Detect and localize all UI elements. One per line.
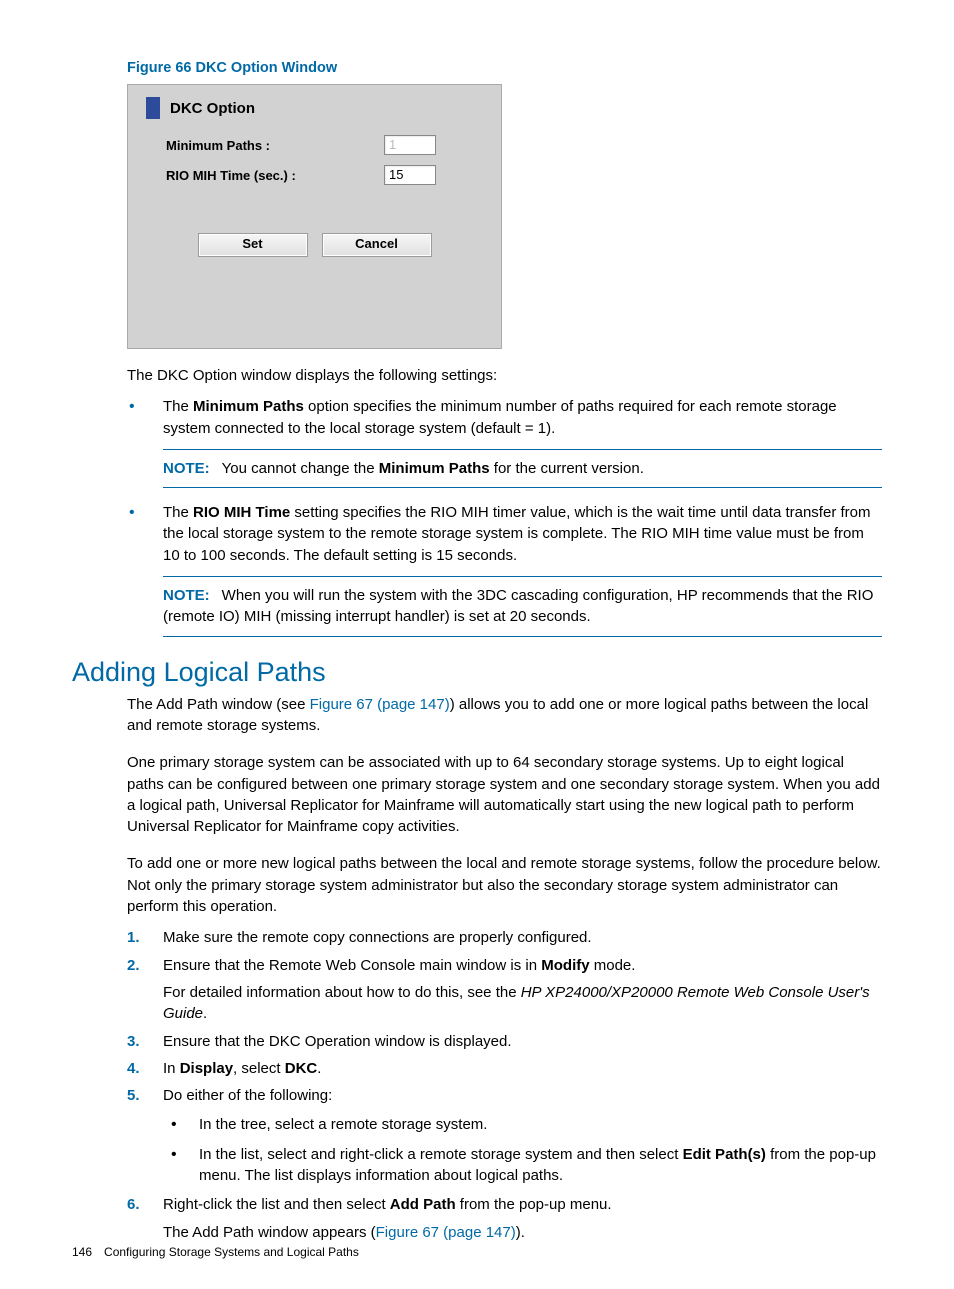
step-text: Ensure that the Remote Web Console main … [163, 957, 541, 974]
chapter-title: Configuring Storage Systems and Logical … [104, 1245, 359, 1259]
intro-text: The DKC Option window displays the follo… [127, 365, 882, 386]
step-3: 3. Ensure that the DKC Operation window i… [127, 1031, 882, 1052]
note-text: for the current version. [490, 460, 644, 477]
step-2-detail: For detailed information about how to do… [163, 982, 882, 1025]
step-4: 4. In Display, select DKC. [127, 1058, 882, 1079]
text-bold: Minimum Paths [193, 398, 304, 415]
step-text: from the pop-up menu. [456, 1196, 612, 1213]
step-number: 5. [127, 1085, 140, 1106]
section-heading-adding-logical-paths: Adding Logical Paths [72, 657, 882, 688]
procedure-steps: 1. Make sure the remote copy connections … [127, 927, 882, 1243]
step-number: 3. [127, 1031, 140, 1052]
step-number: 2. [127, 955, 140, 976]
step-number: 4. [127, 1058, 140, 1079]
note-rio-mih: NOTE:When you will run the system with t… [163, 576, 882, 637]
step-5-option-list: In the list, select and right-click a re… [163, 1144, 882, 1187]
para-association: One primary storage system can be associ… [127, 752, 882, 837]
bullet-minimum-paths: The Minimum Paths option specifies the m… [127, 396, 882, 488]
step-text: . [317, 1060, 321, 1077]
step-text: Do either of the following: [163, 1087, 332, 1104]
figure-67-link[interactable]: Figure 67 (page 147) [376, 1224, 516, 1241]
note-text: You cannot change the [222, 460, 379, 477]
step-1: 1. Make sure the remote copy connections … [127, 927, 882, 948]
step-2: 2. Ensure that the Remote Web Console ma… [127, 955, 882, 1025]
step-text-bold: DKC [285, 1060, 318, 1077]
step-text: Right-click the list and then select [163, 1196, 390, 1213]
step-6-result: The Add Path window appears (Figure 67 (… [163, 1222, 882, 1243]
text: The [163, 398, 193, 415]
note-min-paths: NOTE: You cannot change the Minimum Paths… [163, 449, 882, 488]
page-number: 146 [72, 1245, 92, 1259]
note-text-bold: Minimum Paths [379, 460, 490, 477]
dkc-button-row: Set Cancel [146, 233, 483, 257]
dkc-option-window: DKC Option Minimum Paths : 1 RIO MIH Tim… [127, 84, 502, 349]
set-button[interactable]: Set [198, 233, 308, 257]
figure-caption: Figure 66 DKC Option Window [127, 60, 882, 76]
step-6: 6. Right-click the list and then select … [127, 1194, 882, 1243]
text: In the list, select and right-click a re… [199, 1146, 683, 1163]
text: The Add Path window appears ( [163, 1224, 376, 1241]
note-text: When you will run the system with the 3D… [163, 587, 873, 625]
step-text: Ensure that the DKC Operation window is … [163, 1033, 512, 1050]
minimum-paths-label: Minimum Paths : [166, 138, 384, 153]
figure-67-link[interactable]: Figure 67 (page 147) [310, 696, 450, 713]
text-bold: Edit Path(s) [683, 1146, 766, 1163]
step-5-options: In the tree, select a remote storage sys… [163, 1114, 882, 1186]
step-text-bold: Display [180, 1060, 233, 1077]
step-text: Make sure the remote copy connections ar… [163, 929, 592, 946]
note-label: NOTE: [163, 587, 210, 604]
settings-bullet-list: The Minimum Paths option specifies the m… [127, 396, 882, 636]
step-5: 5. Do either of the following: In the tr… [127, 1085, 882, 1186]
rio-mih-input[interactable]: 15 [384, 165, 436, 185]
text: ). [516, 1224, 525, 1241]
step-text: In [163, 1060, 180, 1077]
step-text: mode. [590, 957, 636, 974]
page-footer: 146 Configuring Storage Systems and Logic… [72, 1245, 359, 1259]
text: For detailed information about how to do… [163, 984, 521, 1001]
text: The [163, 504, 193, 521]
dkc-window-title: DKC Option [170, 100, 255, 117]
step-5-option-tree: In the tree, select a remote storage sys… [163, 1114, 882, 1135]
dkc-window-header: DKC Option [146, 97, 483, 119]
text: The Add Path window (see [127, 696, 310, 713]
para-procedure-intro: To add one or more new logical paths bet… [127, 853, 882, 917]
step-text-bold: Add Path [390, 1196, 456, 1213]
step-text: , select [233, 1060, 285, 1077]
bullet-rio-mih: The RIO MIH Time setting specifies the R… [127, 502, 882, 636]
step-number: 6. [127, 1194, 140, 1215]
minimum-paths-input: 1 [384, 135, 436, 155]
text: . [203, 1005, 207, 1022]
step-text-bold: Modify [541, 957, 589, 974]
header-accent-icon [146, 97, 160, 119]
rio-mih-row: RIO MIH Time (sec.) : 15 [166, 165, 483, 185]
note-label: NOTE: [163, 460, 210, 477]
cancel-button[interactable]: Cancel [322, 233, 432, 257]
rio-mih-label: RIO MIH Time (sec.) : [166, 168, 384, 183]
text-bold: RIO MIH Time [193, 504, 290, 521]
text: In the tree, select a remote storage sys… [199, 1116, 487, 1133]
para-add-path-intro: The Add Path window (see Figure 67 (page… [127, 694, 882, 737]
step-number: 1. [127, 927, 140, 948]
minimum-paths-row: Minimum Paths : 1 [166, 135, 483, 155]
